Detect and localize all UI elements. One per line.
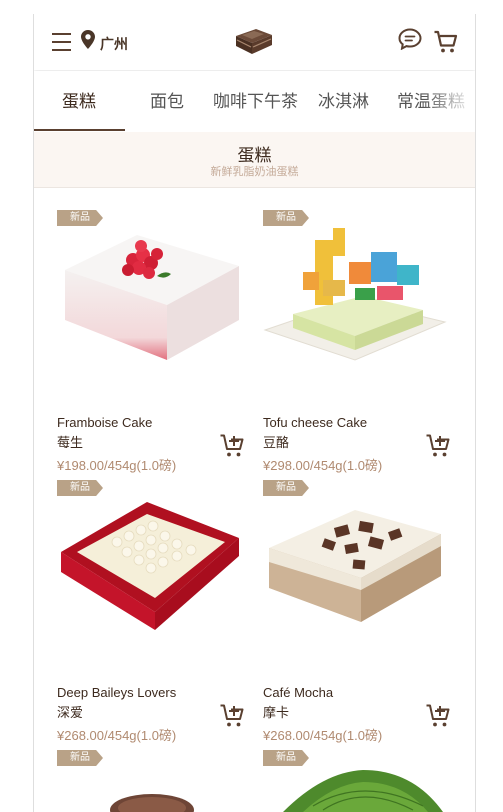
product-price: ¥298.00/454g(1.0磅) [263,458,383,473]
shopping-cart-icon[interactable] [433,29,459,55]
category-tabs: 蛋糕 面包 咖啡下午茶 冰淇淋 常温蛋糕 [34,71,475,131]
city-label[interactable]: 广州 [100,34,128,54]
location-pin-icon[interactable] [81,30,95,49]
cake-logo-icon[interactable] [234,26,274,56]
new-badge: 新品 [263,750,309,766]
product-name-cn: 深爱 [57,705,84,720]
section-subtitle: 新鲜乳脂奶油蛋糕 [210,166,299,178]
product-card[interactable]: 新品 [57,750,257,812]
new-badge: 新品 [57,480,103,496]
product-card[interactable]: 新品 Tofu cheese Cake 豆酪 ¥298.00/454g(1.0磅… [263,210,463,473]
tab-cake[interactable]: 蛋糕 [62,87,96,115]
message-bubble-icon[interactable] [398,28,422,50]
product-image[interactable] [263,480,453,640]
product-price: ¥268.00/454g(1.0磅) [263,728,383,743]
add-to-cart-icon[interactable] [219,703,246,729]
app-frame: 广州 蛋糕 面包 咖啡下午茶 冰淇淋 常温蛋糕 蛋糕 [33,14,476,812]
new-badge: 新品 [57,750,103,766]
hamburger-menu-icon[interactable] [52,33,71,51]
product-name-en: Tofu cheese Cake [263,415,368,430]
product-image[interactable] [57,210,247,370]
product-name-en: Café Mocha [263,685,334,700]
product-name-cn: 摩卡 [263,705,290,720]
product-price: ¥268.00/454g(1.0磅) [57,728,177,743]
tab-coffee-tea[interactable]: 咖啡下午茶 [213,87,298,115]
add-to-cart-icon[interactable] [219,433,246,459]
product-image[interactable] [57,480,247,640]
section-header: 蛋糕 新鲜乳脂奶油蛋糕 [34,132,475,188]
new-badge: 新品 [263,210,309,226]
tab-bread[interactable]: 面包 [150,87,184,115]
tab-fade-overlay [424,71,475,131]
top-header: 广州 [34,14,475,70]
tab-ice-cream[interactable]: 冰淇淋 [318,87,369,115]
active-tab-indicator [34,129,125,131]
new-badge: 新品 [57,210,103,226]
product-name-cn: 豆酪 [263,435,290,450]
product-image[interactable] [263,210,453,370]
new-badge: 新品 [263,480,309,496]
add-to-cart-icon[interactable] [425,433,452,459]
product-card[interactable]: 新品 [263,750,463,812]
product-name-cn: 莓生 [57,435,84,450]
product-card[interactable]: 新品 Café Mocha 摩卡 ¥268.00/454g(1.0磅) [263,480,463,743]
product-card[interactable]: 新品 Deep Baileys Lovers 深爱 ¥268.00/454g(1… [57,480,257,743]
product-price: ¥198.00/454g(1.0磅) [57,458,177,473]
product-name-en: Framboise Cake [57,415,153,430]
add-to-cart-icon[interactable] [425,703,452,729]
product-name-en: Deep Baileys Lovers [57,685,177,700]
product-card[interactable]: 新品 Framboise Cake 莓生 ¥198.00/454g(1.0磅) [57,210,257,473]
